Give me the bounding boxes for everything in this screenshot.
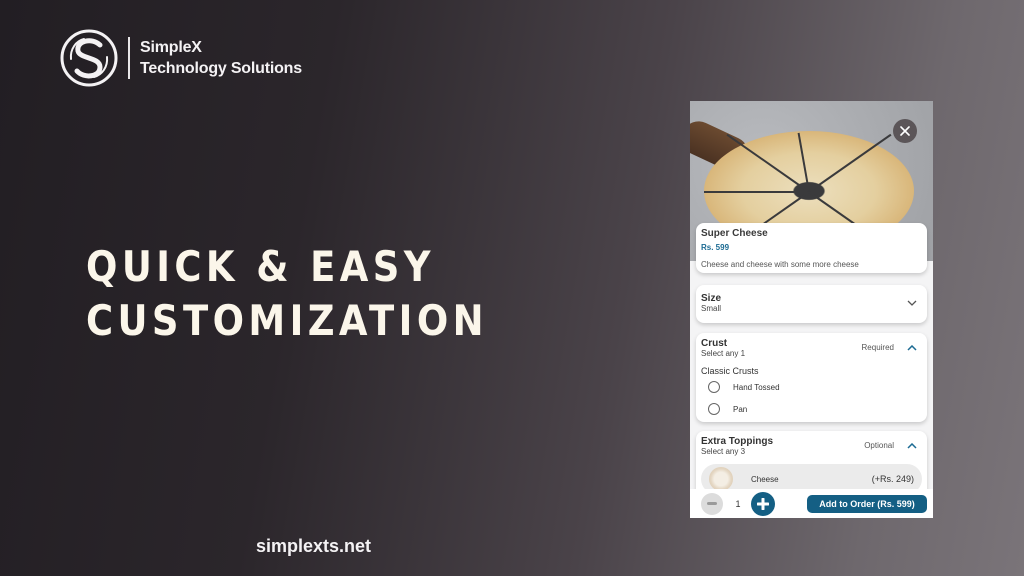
size-selector[interactable]: Size Small [696,285,927,323]
radio-button[interactable] [708,403,720,415]
crust-group-label: Classic Crusts [701,366,759,376]
radio-button[interactable] [708,381,720,393]
crust-required-badge: Required [861,343,894,352]
headline-line2: CUSTOMIZATION [86,296,488,345]
topping-name: Cheese [751,474,779,484]
crust-option-label: Hand Tossed [733,382,780,392]
simplex-logo-icon [60,29,118,87]
chevron-down-icon[interactable] [907,300,917,306]
product-customization-screen: Super Cheese Rs. 599 Cheese and cheese w… [690,101,933,518]
product-description: Cheese and cheese with some more cheese [701,260,859,269]
product-info-card: Super Cheese Rs. 599 Cheese and cheese w… [696,223,927,273]
plus-icon [757,497,769,510]
topping-price: (+Rs. 249) [871,474,914,484]
brand-name-line2: Technology Solutions [140,60,302,77]
decrease-quantity-button[interactable] [701,492,723,515]
increase-quantity-button[interactable] [751,491,775,516]
size-selected: Small [701,304,722,313]
topping-thumbnail [709,467,733,491]
brand-divider [128,37,130,79]
headline-line1: QUICK & EASY [86,242,435,291]
headline: QUICK & EASY CUSTOMIZATION [86,240,488,348]
footer-url[interactable]: simplexts.net [256,536,371,557]
brand-name: SimpleX Technology Solutions [140,37,302,79]
product-title: Super Cheese [701,228,768,239]
add-to-order-button[interactable]: Add to Order (Rs. 599) [807,495,927,513]
close-icon [900,126,910,136]
toppings-optional-badge: Optional [864,441,894,450]
brand-name-line1: SimpleX [140,39,202,56]
size-title: Size [701,293,722,304]
product-price: Rs. 599 [701,243,730,252]
crust-option-hand-tossed[interactable]: Hand Tossed [701,376,922,398]
order-bar: 1 Add to Order (Rs. 599) [690,489,933,518]
close-button[interactable] [893,119,917,143]
brand: SimpleX Technology Solutions [60,29,302,87]
crust-option-pan[interactable]: Pan [701,398,922,420]
slice-cut [704,191,809,193]
crust-section: Crust Select any 1 Required Classic Crus… [696,333,927,422]
chevron-up-icon[interactable] [907,443,917,449]
crust-option-label: Pan [733,404,748,414]
chevron-up-icon[interactable] [907,345,917,351]
minus-icon [707,502,717,505]
quantity-value: 1 [735,498,741,509]
